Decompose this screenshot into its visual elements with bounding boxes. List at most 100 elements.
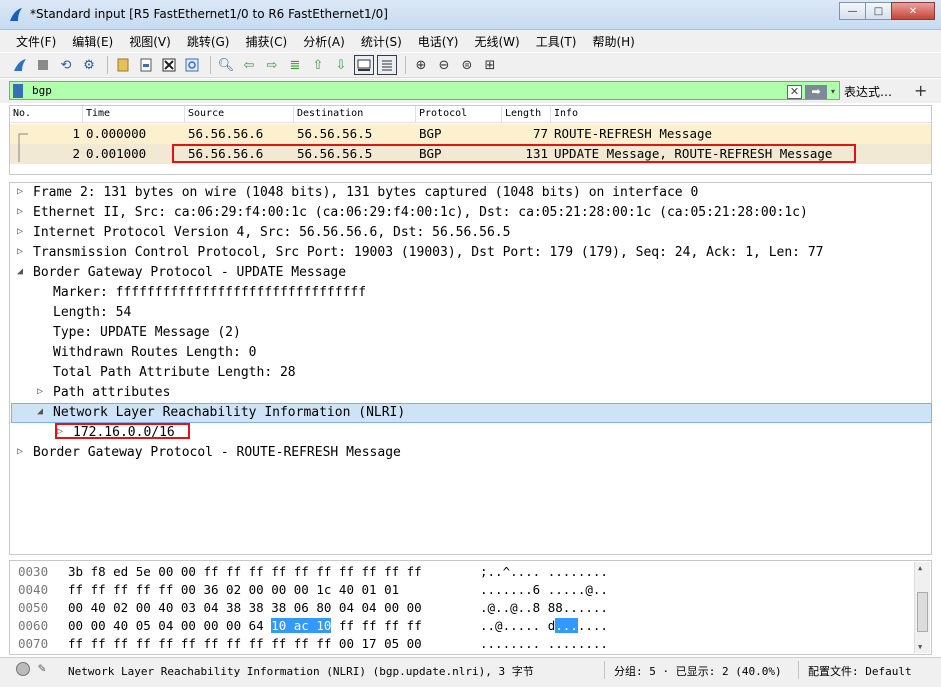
column-header-source[interactable]: Source bbox=[188, 108, 224, 119]
minimize-button[interactable]: — bbox=[839, 2, 866, 20]
menu-wireless[interactable]: 无线(W) bbox=[467, 33, 528, 50]
shark-fin-icon[interactable] bbox=[10, 55, 30, 75]
colorize-icon[interactable] bbox=[377, 55, 397, 75]
zoom-in-icon[interactable]: ⊕ bbox=[411, 55, 431, 75]
maximize-button[interactable]: □ bbox=[865, 2, 892, 20]
tree-item-path-attributes[interactable]: ▷ Path attributes bbox=[11, 383, 932, 403]
hex-bytes[interactable]: ff ff ff ff ff ff ff ff ff ff ff ff 00 1… bbox=[68, 636, 422, 651]
go-last-icon[interactable]: ⇩ bbox=[331, 55, 351, 75]
go-to-packet-icon[interactable]: ≣ bbox=[285, 55, 305, 75]
close-file-icon[interactable] bbox=[159, 55, 179, 75]
options-gear-icon[interactable]: ⚙ bbox=[79, 55, 99, 75]
go-back-icon[interactable]: ⇦ bbox=[239, 55, 259, 75]
expert-info-icon[interactable] bbox=[16, 662, 30, 676]
hex-ascii[interactable]: ;..^.... ........ bbox=[480, 564, 608, 579]
column-header-time[interactable]: Time bbox=[86, 108, 110, 119]
collapse-arrow-icon[interactable]: ◢ bbox=[37, 406, 43, 417]
status-profile[interactable]: 配置文件: Default bbox=[808, 663, 912, 679]
hex-scrollbar[interactable]: ▲ ▼ bbox=[914, 562, 930, 653]
tree-item-type[interactable]: Type: UPDATE Message (2) bbox=[11, 323, 932, 343]
menu-analyze[interactable]: 分析(A) bbox=[295, 33, 353, 50]
menu-statistics[interactable]: 统计(S) bbox=[353, 33, 410, 50]
menu-edit[interactable]: 编辑(E) bbox=[64, 33, 121, 50]
menu-go[interactable]: 跳转(G) bbox=[179, 33, 238, 50]
packet-row[interactable]: 1 0.000000 56.56.56.6 56.56.56.5 BGP 77 … bbox=[10, 124, 931, 144]
bookmark-icon[interactable] bbox=[13, 84, 23, 98]
tree-item-tcp[interactable]: ▷ Transmission Control Protocol, Src Por… bbox=[11, 243, 932, 263]
hex-ascii[interactable]: .......6 .....@.. bbox=[480, 582, 608, 597]
display-filter-input[interactable]: bgp ✕ ➡ ▾ bbox=[9, 81, 840, 100]
expand-arrow-icon[interactable]: ▷ bbox=[17, 226, 23, 237]
hex-bytes[interactable]: 3b f8 ed 5e 00 00 ff ff ff ff ff ff ff f… bbox=[68, 564, 422, 579]
hex-row[interactable]: 0070 ff ff ff ff ff ff ff ff ff ff ff ff… bbox=[10, 635, 915, 653]
tree-item-frame[interactable]: ▷ Frame 2: 131 bytes on wire (1048 bits)… bbox=[11, 183, 932, 203]
save-file-icon[interactable] bbox=[136, 55, 156, 75]
hex-ascii[interactable]: ........ ........ bbox=[480, 636, 608, 651]
close-window-button[interactable]: ✕ bbox=[891, 2, 935, 20]
column-header-length[interactable]: Length bbox=[505, 108, 541, 119]
resize-columns-icon[interactable]: ⊞ bbox=[480, 55, 500, 75]
menu-help[interactable]: 帮助(H) bbox=[584, 33, 642, 50]
add-filter-button[interactable]: + bbox=[914, 81, 927, 100]
stop-icon[interactable] bbox=[33, 55, 53, 75]
column-header-info[interactable]: Info bbox=[554, 108, 578, 119]
tree-item-marker[interactable]: Marker: ffffffffffffffffffffffffffffffff bbox=[11, 283, 932, 303]
hex-row[interactable]: 0060 00 00 40 05 04 00 00 00 64 10 ac 10… bbox=[10, 617, 915, 635]
hex-ascii[interactable]: .@..@..8 88...... bbox=[480, 600, 608, 615]
hex-row[interactable]: 0040 ff ff ff ff ff 00 36 02 00 00 00 1c… bbox=[10, 581, 915, 599]
column-divider[interactable] bbox=[415, 106, 416, 123]
menu-tools[interactable]: 工具(T) bbox=[528, 33, 585, 50]
scroll-down-arrow-icon[interactable]: ▼ bbox=[918, 643, 922, 651]
expand-arrow-icon[interactable]: ▷ bbox=[17, 186, 23, 197]
packet-bytes-pane[interactable]: 0030 3b f8 ed 5e 00 00 ff ff ff ff ff ff… bbox=[9, 560, 932, 655]
hex-bytes[interactable]: 00 40 02 00 40 03 04 38 38 38 06 80 04 0… bbox=[68, 600, 422, 615]
hex-row[interactable]: 0030 3b f8 ed 5e 00 00 ff ff ff ff ff ff… bbox=[10, 563, 915, 581]
hex-row[interactable]: 0050 00 40 02 00 40 03 04 38 38 38 06 80… bbox=[10, 599, 915, 617]
autoscroll-icon[interactable] bbox=[354, 55, 374, 75]
edit-comment-icon[interactable]: ✎ bbox=[38, 661, 46, 676]
menu-telephony[interactable]: 电话(Y) bbox=[410, 33, 467, 50]
tree-item-bgp-route-refresh[interactable]: ▷ Border Gateway Protocol - ROUTE-REFRES… bbox=[11, 443, 932, 463]
column-divider[interactable] bbox=[501, 106, 502, 123]
menu-view[interactable]: 视图(V) bbox=[121, 33, 179, 50]
scroll-up-arrow-icon[interactable]: ▲ bbox=[918, 564, 922, 572]
hex-ascii[interactable]: ..@..... d....... bbox=[480, 618, 608, 633]
go-forward-icon[interactable]: ⇨ bbox=[262, 55, 282, 75]
open-file-icon[interactable] bbox=[113, 55, 133, 75]
filter-history-dropdown-icon[interactable]: ▾ bbox=[831, 85, 843, 99]
apply-filter-button[interactable]: ➡ bbox=[805, 85, 827, 99]
hex-bytes[interactable]: 00 00 40 05 04 00 00 00 64 10 ac 10 ff f… bbox=[68, 618, 422, 633]
zoom-out-icon[interactable]: ⊖ bbox=[434, 55, 454, 75]
menu-file[interactable]: 文件(F) bbox=[8, 33, 64, 50]
tree-item-ethernet[interactable]: ▷ Ethernet II, Src: ca:06:29:f4:00:1c (c… bbox=[11, 203, 932, 223]
expression-button[interactable]: 表达式… bbox=[844, 83, 892, 100]
packet-details-tree[interactable]: ▷ Frame 2: 131 bytes on wire (1048 bits)… bbox=[9, 182, 932, 555]
column-divider[interactable] bbox=[293, 106, 294, 123]
tree-item-path-attr-length[interactable]: Total Path Attribute Length: 28 bbox=[11, 363, 932, 383]
column-divider[interactable] bbox=[184, 106, 185, 123]
tree-item-withdrawn-length[interactable]: Withdrawn Routes Length: 0 bbox=[11, 343, 932, 363]
collapse-arrow-icon[interactable]: ◢ bbox=[17, 266, 23, 277]
normal-size-icon[interactable]: ⊜ bbox=[457, 55, 477, 75]
column-header-destination[interactable]: Destination bbox=[297, 108, 363, 119]
scrollbar-thumb[interactable] bbox=[917, 592, 928, 632]
tree-item-nlri-selected[interactable]: ◢ Network Layer Reachability Information… bbox=[11, 403, 932, 423]
column-header-protocol[interactable]: Protocol bbox=[419, 108, 467, 119]
tree-item-bgp-update[interactable]: ◢ Border Gateway Protocol - UPDATE Messa… bbox=[11, 263, 932, 283]
expand-arrow-icon[interactable]: ▷ bbox=[37, 386, 43, 397]
filter-text[interactable]: bgp bbox=[32, 84, 52, 97]
restart-icon[interactable]: ⟲ bbox=[56, 55, 76, 75]
column-divider[interactable] bbox=[550, 106, 551, 123]
expand-arrow-icon[interactable]: ▷ bbox=[17, 446, 23, 457]
expand-arrow-icon[interactable]: ▷ bbox=[17, 246, 23, 257]
tree-item-ip[interactable]: ▷ Internet Protocol Version 4, Src: 56.5… bbox=[11, 223, 932, 243]
find-icon[interactable]: 🔍︎ bbox=[216, 55, 236, 75]
clear-filter-button[interactable]: ✕ bbox=[787, 85, 802, 99]
expand-arrow-icon[interactable]: ▷ bbox=[17, 206, 23, 217]
tree-item-length[interactable]: Length: 54 bbox=[11, 303, 932, 323]
reload-icon[interactable] bbox=[182, 55, 202, 75]
packet-list[interactable]: No. Time Source Destination Protocol Len… bbox=[9, 105, 932, 175]
go-first-icon[interactable]: ⇧ bbox=[308, 55, 328, 75]
column-header-no[interactable]: No. bbox=[13, 108, 31, 119]
column-divider[interactable] bbox=[82, 106, 83, 123]
